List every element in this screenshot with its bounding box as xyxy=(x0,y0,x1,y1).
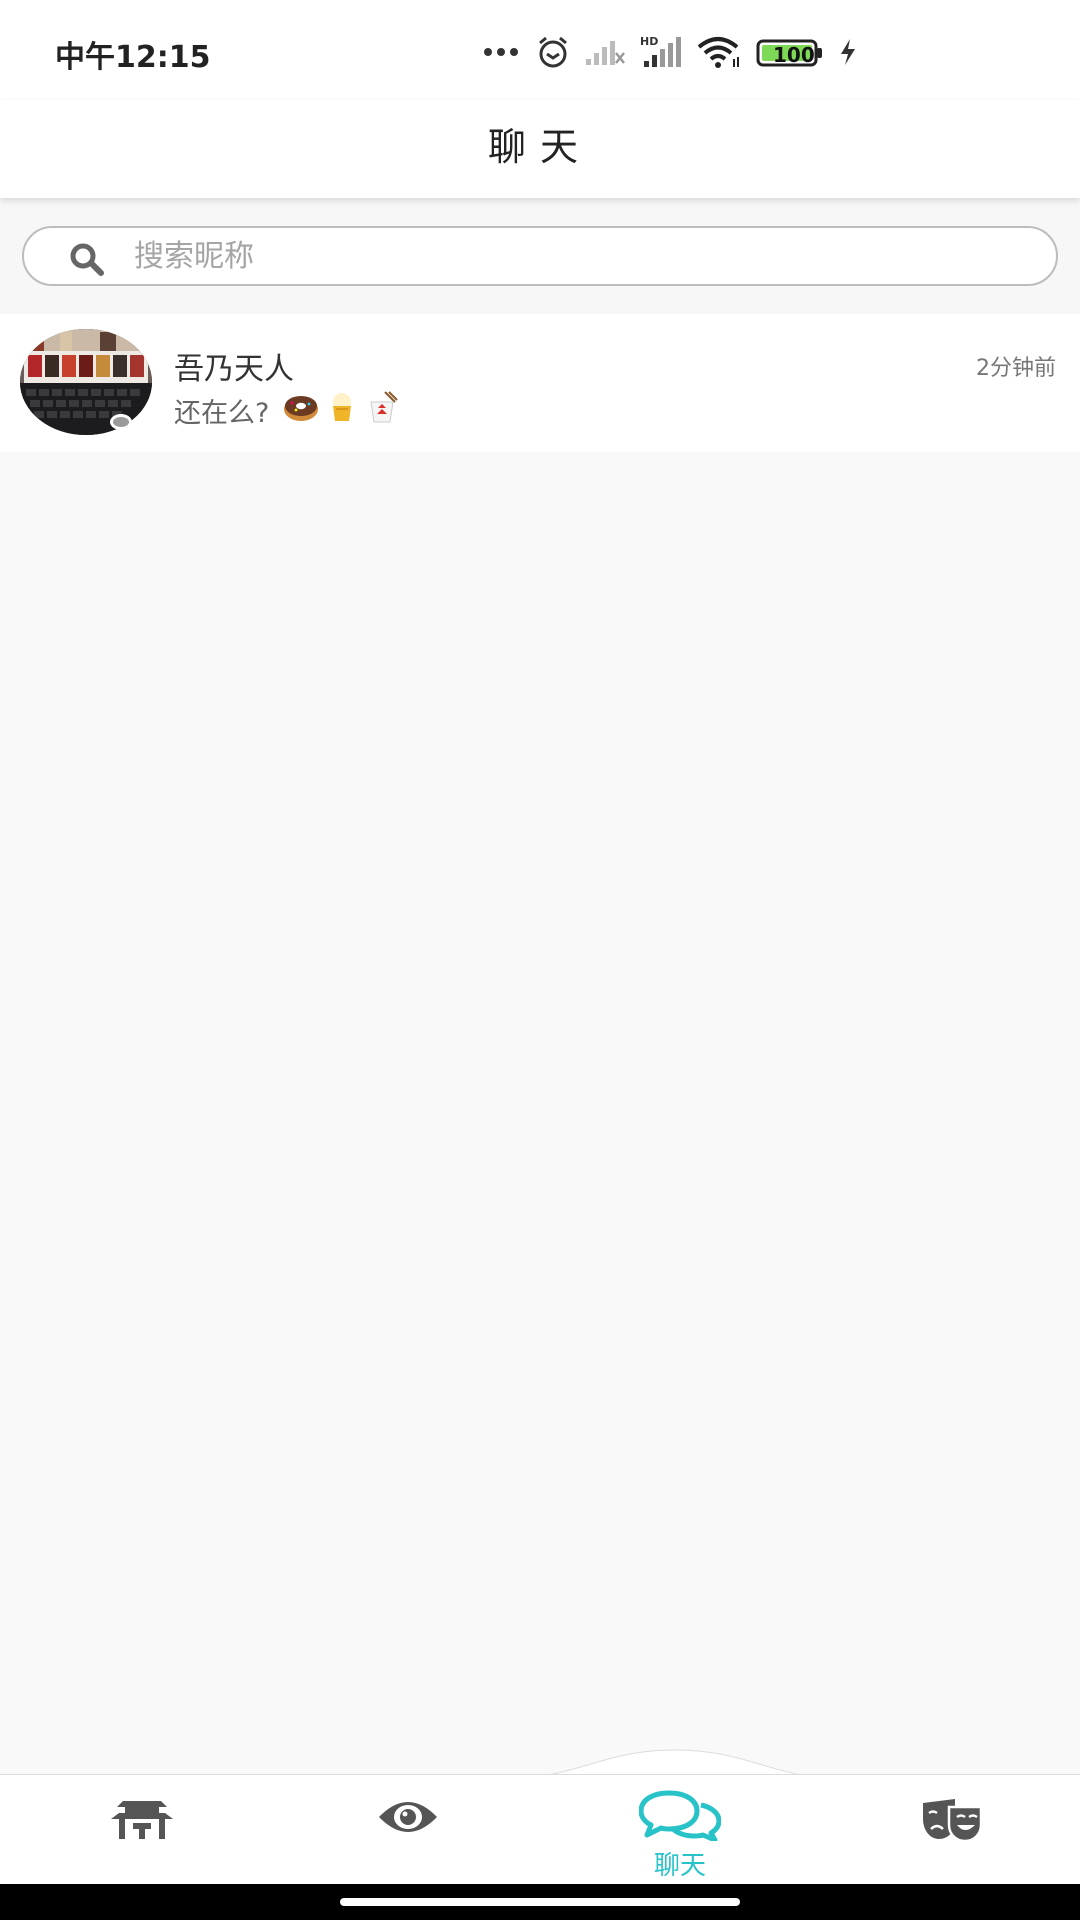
emoji-group xyxy=(283,390,399,431)
nav-item-home[interactable] xyxy=(72,1775,212,1885)
chat-list: 吾乃天人 2分钟前 还在么? xyxy=(0,314,1080,452)
nav-item-chat[interactable]: 聊天 xyxy=(610,1775,750,1885)
charging-icon xyxy=(838,37,858,67)
ice-cream-emoji-icon xyxy=(329,391,355,430)
search-input[interactable] xyxy=(134,236,1014,276)
chat-preview: 还在么? xyxy=(174,390,399,431)
more-dots-icon xyxy=(482,46,522,58)
app-header: 聊天 xyxy=(0,100,1080,198)
chat-preview-text: 还在么? xyxy=(174,398,270,429)
theater-masks-icon xyxy=(882,1797,1022,1843)
chat-bubbles-icon xyxy=(610,1789,750,1841)
battery-icon: 100 xyxy=(756,35,824,69)
signal-empty-icon xyxy=(584,37,626,67)
home-indicator[interactable] xyxy=(340,1898,740,1906)
search-icon xyxy=(68,242,108,282)
status-icons: HD 100 xyxy=(482,30,858,74)
chat-list-item[interactable]: 吾乃天人 2分钟前 还在么? xyxy=(0,314,1080,452)
chat-timestamp: 2分钟前 xyxy=(976,356,1056,381)
avatar[interactable] xyxy=(20,329,152,435)
hd-signal-icon: HD xyxy=(640,35,682,69)
nav-label-chat: 聊天 xyxy=(653,1851,706,1881)
nav-item-discover[interactable] xyxy=(338,1775,478,1885)
battery-level: 100 xyxy=(773,43,815,67)
takeout-box-emoji-icon xyxy=(365,390,399,431)
page-title: 聊天 xyxy=(487,125,592,169)
status-time: 中午12:15 xyxy=(55,40,211,75)
nav-item-theater[interactable] xyxy=(882,1775,1022,1885)
svg-text:HD: HD xyxy=(640,35,658,48)
chat-contact-name: 吾乃天人 xyxy=(174,352,294,387)
search-box[interactable] xyxy=(22,226,1058,286)
system-navigation-bar xyxy=(0,1884,1080,1920)
bottom-navigation: 聊天 xyxy=(0,1774,1080,1884)
search-section xyxy=(0,198,1080,314)
eye-icon xyxy=(338,1797,478,1837)
alarm-icon xyxy=(536,35,570,69)
status-bar: 中午12:15 HD 100 xyxy=(0,0,1080,100)
donut-emoji-icon xyxy=(283,392,319,429)
wifi-icon xyxy=(696,35,742,69)
pagoda-icon xyxy=(72,1797,212,1841)
online-status-dot xyxy=(110,414,132,430)
